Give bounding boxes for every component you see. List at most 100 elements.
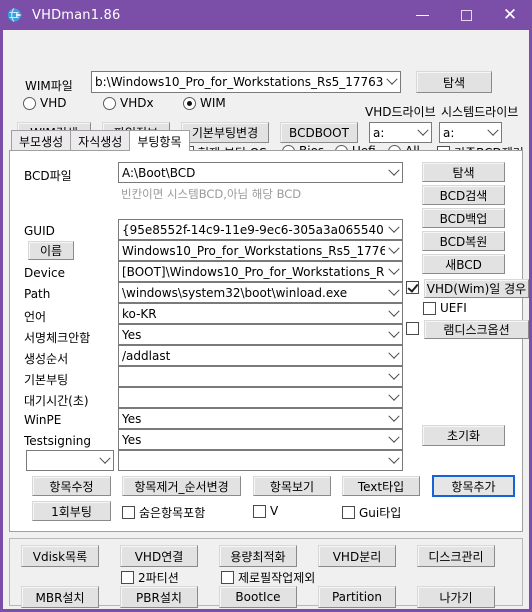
vhd-drive-label: VHD드라이브 xyxy=(365,105,436,119)
include-hidden-entries-checkbox[interactable]: 숨은항목포함 xyxy=(122,504,205,521)
chevron-down-icon[interactable] xyxy=(385,415,402,423)
system-drive-combo[interactable]: a: xyxy=(439,122,502,143)
winpe-combo[interactable]: Yes xyxy=(118,408,403,429)
ramdisk-option-button[interactable]: 램디스크옵션 xyxy=(424,320,529,339)
chevron-down-icon[interactable] xyxy=(385,247,402,255)
custom-key-combo[interactable] xyxy=(26,450,114,471)
path-combo[interactable]: \windows\system32\boot\winload.exe xyxy=(118,282,403,303)
gui-type-label: Gui타입 xyxy=(359,506,402,520)
disk-management-button[interactable]: 디스크관리 xyxy=(417,545,495,567)
tab-boot-entries-label: 부팅항목 xyxy=(137,134,182,149)
chevron-down-icon[interactable] xyxy=(385,352,402,360)
nointegritychecks-label: 서명체크안함 xyxy=(24,331,91,345)
name-button[interactable]: 이름 xyxy=(28,241,74,260)
chevron-down-icon[interactable] xyxy=(385,226,402,234)
device-label: Device xyxy=(24,266,66,280)
chevron-down-icon[interactable] xyxy=(385,289,402,297)
guid-combo[interactable]: {95e8552f-14c9-11e9-9ec6-305a3a065540} xyxy=(118,219,403,240)
create-order-label: 생성순서 xyxy=(24,352,69,366)
text-type-button[interactable]: Text타입 xyxy=(342,476,420,496)
exit-button[interactable]: 나가기 xyxy=(417,586,495,608)
radio-vhd-label: VHD xyxy=(40,96,67,110)
chevron-down-icon[interactable] xyxy=(414,129,431,137)
include-hidden-entries-label: 숨은항목포함 xyxy=(139,506,206,520)
add-entry-button[interactable]: 항목추가 xyxy=(432,475,515,497)
custom-value-combo[interactable] xyxy=(118,450,403,471)
gui-type-checkbox[interactable]: Gui타입 xyxy=(342,504,401,521)
create-order-value: /addlast xyxy=(122,348,171,363)
vhd-drive-value: a: xyxy=(373,125,385,140)
chevron-down-icon[interactable] xyxy=(96,457,113,465)
nointegritychecks-value: Yes xyxy=(122,327,142,342)
tab-parent-create[interactable]: 부모생성 xyxy=(11,130,72,151)
vhd-detach-button[interactable]: VHD분리 xyxy=(318,545,396,567)
maximize-button[interactable] xyxy=(444,0,488,30)
vhd-wim-case-checkbox[interactable] xyxy=(406,281,419,294)
default-boot-label: 기본부팅 xyxy=(24,373,69,387)
timeout-combo[interactable] xyxy=(118,387,403,408)
chevron-down-icon[interactable] xyxy=(385,436,402,444)
chevron-down-icon[interactable] xyxy=(385,331,402,339)
bcd-browse-button[interactable]: 탐색 xyxy=(422,162,505,182)
bcd-restore-button[interactable]: BCD복원 xyxy=(422,231,505,251)
new-bcd-button[interactable]: 새BCD xyxy=(422,254,505,274)
compact-button[interactable]: 용량최적화 xyxy=(219,545,297,567)
testsigning-combo[interactable]: Yes xyxy=(118,429,403,450)
nointegritychecks-combo[interactable]: Yes xyxy=(118,324,403,345)
radio-vhdx-circle xyxy=(103,96,116,110)
ramdisk-option-checkbox[interactable] xyxy=(406,322,419,335)
vhd-wim-case-button[interactable]: VHD(Wim)일 경우 xyxy=(424,279,529,298)
device-combo[interactable]: [BOOT]\Windows10_Pro_for_Workstations_R xyxy=(118,261,403,282)
chevron-down-icon[interactable] xyxy=(385,457,402,465)
language-value: ko-KR xyxy=(122,306,157,321)
vhd-drive-combo[interactable]: a: xyxy=(369,122,432,143)
remove-reorder-entry-button[interactable]: 항목제거_순서변경 xyxy=(122,476,241,496)
tab-boot-entries[interactable]: 부팅항목 xyxy=(129,130,190,151)
wim-path-combo[interactable]: b:\Windows10_Pro_for_Workstations_Rs5_17… xyxy=(91,71,401,93)
edit-entry-button[interactable]: 항목수정 xyxy=(32,476,111,496)
chevron-down-icon[interactable] xyxy=(385,394,402,402)
bcd-search-button[interactable]: BCD검색 xyxy=(422,185,505,205)
minimize-button[interactable] xyxy=(400,0,444,30)
two-partition-checkbox[interactable]: 2파티션 xyxy=(121,569,179,586)
tab-strip: 부모생성 자식생성 부팅항목 xyxy=(11,130,190,151)
language-combo[interactable]: ko-KR xyxy=(118,303,403,324)
chevron-down-icon[interactable] xyxy=(385,310,402,318)
pbr-install-button[interactable]: PBR설치 xyxy=(120,586,198,608)
bcd-backup-button[interactable]: BCD백업 xyxy=(422,208,505,228)
bottom-tools-panel: Vdisk목록 VHD연결 용량최적화 VHD분리 디스크관리 2파티션 제로필… xyxy=(9,538,523,608)
uefi-option-box xyxy=(423,301,436,315)
bcd-file-value: A:\Boot\BCD xyxy=(122,165,196,180)
name-value: Windows10_Pro_for_Workstations_Rs5_17763… xyxy=(122,243,385,258)
create-order-combo[interactable]: /addlast xyxy=(118,345,403,366)
vhd-attach-button[interactable]: VHD연결 xyxy=(120,545,198,567)
chevron-down-icon[interactable] xyxy=(383,78,400,86)
vdisk-list-button[interactable]: Vdisk목록 xyxy=(21,545,99,567)
radio-vhd[interactable]: VHD xyxy=(23,96,66,110)
two-partition-box xyxy=(121,571,134,584)
chevron-down-icon[interactable] xyxy=(385,268,402,276)
default-boot-change-button[interactable]: 기본부팅변경 xyxy=(181,122,269,143)
app-window: VHDman1.86 ✕ WIM파일 b:\Windows10_Pro_for_… xyxy=(0,0,532,612)
name-combo[interactable]: Windows10_Pro_for_Workstations_Rs5_17763… xyxy=(118,240,403,261)
chevron-down-icon[interactable] xyxy=(385,169,402,177)
reset-button[interactable]: 초기화 xyxy=(422,425,505,446)
mbr-install-button[interactable]: MBR설치 xyxy=(21,586,99,608)
skip-zerofill-checkbox[interactable]: 제로필작업제외 xyxy=(221,569,315,586)
bcdboot-button[interactable]: BCDBOOT xyxy=(280,122,358,143)
view-entry-button[interactable]: 항목보기 xyxy=(253,476,331,496)
bcd-file-combo[interactable]: A:\Boot\BCD xyxy=(118,162,403,183)
uefi-option-checkbox[interactable]: UEFI xyxy=(423,301,467,315)
partition-button[interactable]: Partition xyxy=(318,586,396,608)
chevron-down-icon[interactable] xyxy=(385,373,402,381)
tab-child-create[interactable]: 자식생성 xyxy=(70,130,131,151)
radio-vhdx[interactable]: VHDx xyxy=(103,96,154,110)
bootice-button[interactable]: BootIce xyxy=(219,586,297,608)
browse-button[interactable]: 탐색 xyxy=(416,71,492,93)
radio-wim[interactable]: WIM xyxy=(183,96,226,110)
v-checkbox[interactable]: V xyxy=(253,504,278,518)
close-button[interactable]: ✕ xyxy=(488,0,532,30)
chevron-down-icon[interactable] xyxy=(484,129,501,137)
default-boot-combo[interactable] xyxy=(118,366,403,387)
boot-once-button[interactable]: 1회부팅 xyxy=(32,501,111,521)
